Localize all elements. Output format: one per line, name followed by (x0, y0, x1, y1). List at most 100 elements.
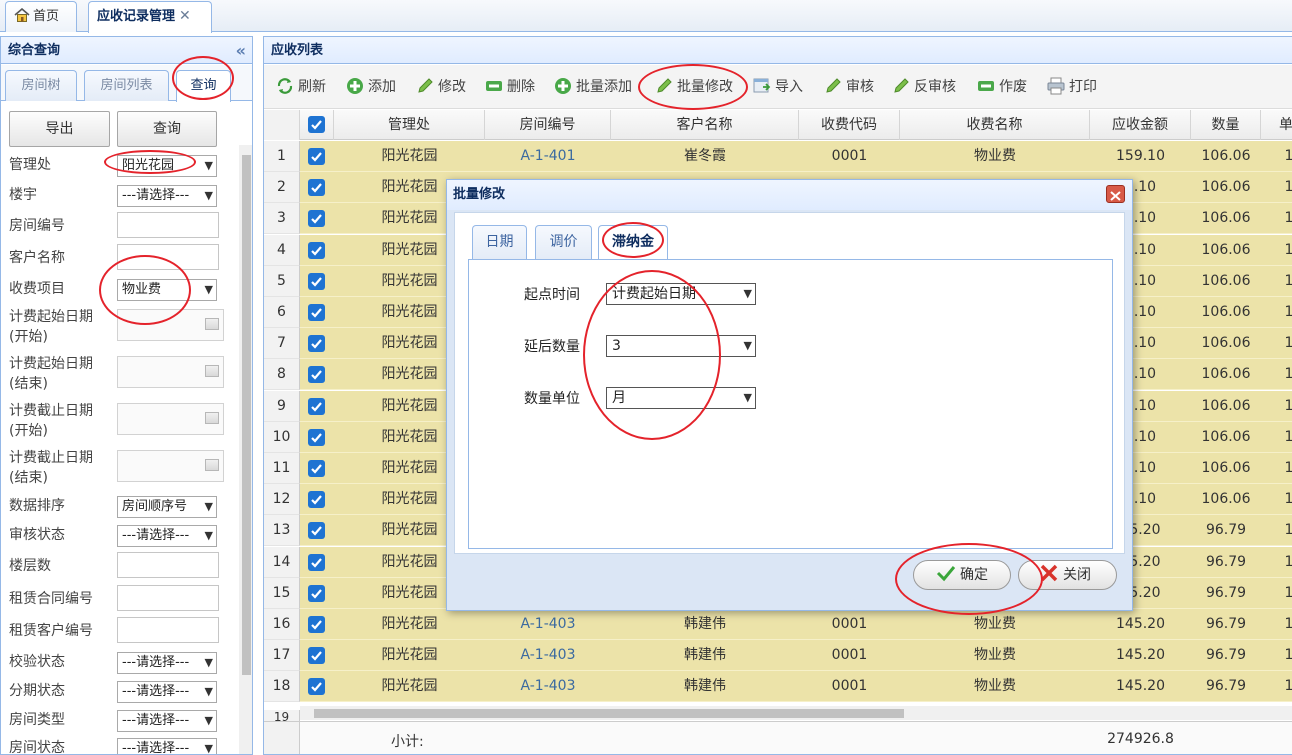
row-checkbox[interactable] (308, 148, 325, 165)
checkmark-icon (936, 566, 956, 582)
row-checkbox[interactable] (308, 553, 325, 571)
add-button[interactable]: 添加 (346, 65, 396, 109)
header-amount[interactable]: 应收金额 (1090, 110, 1191, 140)
start-to-label-2: (结束) (9, 376, 48, 392)
table-row[interactable]: 16 阳光花园 A-1-403 韩建伟 0001 物业费 145.20 96.79 1 (264, 609, 1292, 640)
room-no-input[interactable] (117, 212, 219, 238)
header-fee-name[interactable]: 收费名称 (900, 110, 1090, 140)
row-checkbox[interactable] (308, 584, 325, 602)
customer-input[interactable] (117, 244, 219, 270)
void-button[interactable]: 作废 (977, 65, 1027, 109)
mgmt-select[interactable]: 阳光花园 ▼ (117, 155, 217, 177)
header-code[interactable]: 收费代码 (799, 110, 900, 140)
row-checkbox[interactable] (308, 428, 325, 446)
room-state-select[interactable]: ---请选择--- ▼ (117, 738, 217, 755)
print-button[interactable]: 打印 (1047, 65, 1097, 109)
tab-room-list[interactable]: 房间列表 (84, 70, 169, 101)
dialog-close-button[interactable]: 关闭 (1018, 560, 1117, 590)
cell-room[interactable]: A-1-403 (485, 609, 611, 640)
late-fee-panel: 起点时间 计费起始日期 ▼ 延后数量 3 ▼ 数量单位 月 ▼ (468, 259, 1113, 549)
start-to-date-input[interactable] (117, 356, 224, 388)
tab-date[interactable]: 日期 (472, 225, 527, 259)
tab-late-fee[interactable]: 滞纳金 (598, 225, 668, 260)
query-button[interactable]: 查询 (117, 111, 217, 147)
delete-button[interactable]: 删除 (485, 65, 535, 109)
tab-receivable-records[interactable]: 应收记录管理 ✕ (88, 1, 212, 33)
row-checkbox[interactable] (308, 522, 325, 540)
row-checkbox[interactable] (308, 616, 325, 633)
floors-input[interactable] (117, 552, 219, 578)
select-all-checkbox[interactable] (308, 116, 325, 133)
calendar-icon[interactable] (205, 318, 219, 330)
table-row[interactable]: 1 阳光花园 A-1-401 崔冬霞 0001 物业费 159.10 106.06 1 (264, 141, 1292, 172)
row-checkbox[interactable] (308, 460, 325, 477)
header-room[interactable]: 房间编号 (485, 110, 611, 140)
start-from-date-input[interactable] (117, 309, 224, 341)
row-checkbox[interactable] (308, 272, 325, 290)
install-select[interactable]: ---请选择--- ▼ (117, 681, 217, 703)
batch-add-button[interactable]: 批量添加 (554, 65, 632, 109)
table-row[interactable]: 18 阳光花园 A-1-403 韩建伟 0001 物业费 145.20 96.79 1 (264, 671, 1292, 703)
unaudit-button[interactable]: 反审核 (892, 65, 956, 109)
fee-item-value: 物业费 (122, 282, 162, 297)
calendar-icon[interactable] (205, 459, 219, 471)
dialog-title: 批量修改 (453, 187, 506, 202)
end-from-date-input[interactable] (117, 403, 224, 435)
batch-edit-button[interactable]: 批量修改 (655, 65, 733, 109)
header-unit[interactable]: 单 (1261, 110, 1292, 140)
room-type-select[interactable]: ---请选择--- ▼ (117, 710, 217, 732)
start-time-select[interactable]: 计费起始日期 ▼ (606, 283, 756, 305)
calendar-icon[interactable] (205, 365, 219, 377)
refresh-button[interactable]: 刷新 (276, 65, 326, 109)
cell-room[interactable]: A-1-403 (485, 640, 611, 671)
collapse-icon[interactable]: « (236, 37, 246, 64)
calendar-icon[interactable] (205, 412, 219, 424)
tab-home[interactable]: 首页 (5, 1, 77, 32)
count-unit-select[interactable]: 月 ▼ (606, 387, 756, 409)
end-to-date-input[interactable] (117, 450, 224, 482)
scrollbar-thumb[interactable] (314, 709, 904, 718)
close-icon[interactable]: ✕ (179, 8, 191, 24)
audit-button[interactable]: 审核 (824, 65, 874, 109)
sort-select[interactable]: 房间顺序号 ▼ (117, 496, 217, 518)
building-select[interactable]: ---请选择--- ▼ (117, 185, 217, 207)
row-checkbox[interactable] (308, 241, 325, 259)
close-icon[interactable] (1106, 185, 1125, 203)
query-scrollbar[interactable] (239, 145, 252, 754)
verify-select[interactable]: ---请选择--- ▼ (117, 652, 217, 674)
lease-no-input[interactable] (117, 585, 219, 611)
import-button[interactable]: 导入 (753, 65, 803, 109)
query-panel-title: 综合查询 (8, 43, 61, 58)
export-button[interactable]: 导出 (9, 111, 110, 147)
cell-mgmt: 阳光花园 (381, 616, 438, 632)
delay-count-select[interactable]: 3 ▼ (606, 335, 756, 357)
row-checkbox[interactable] (308, 335, 325, 353)
room-state-value: ---请选择--- (122, 741, 190, 755)
tab-query[interactable]: 查询 (176, 70, 231, 102)
fee-item-select[interactable]: 物业费 ▼ (117, 279, 217, 301)
row-checkbox[interactable] (308, 366, 325, 384)
table-row[interactable]: 17 阳光花园 A-1-403 韩建伟 0001 物业费 145.20 96.79 1 (264, 640, 1292, 672)
edit-button[interactable]: 修改 (416, 65, 466, 109)
grid-horizontal-scrollbar[interactable] (300, 706, 1292, 720)
header-mgmt[interactable]: 管理处 (334, 110, 485, 140)
header-qty[interactable]: 数量 (1191, 110, 1261, 140)
row-checkbox[interactable] (308, 491, 325, 509)
row-checkbox[interactable] (308, 397, 325, 415)
row-checkbox[interactable] (308, 304, 325, 321)
void-label: 作废 (999, 79, 1027, 95)
cell-room[interactable]: A-1-401 (485, 141, 611, 172)
cell-room[interactable]: A-1-403 (485, 671, 611, 702)
row-checkbox[interactable] (308, 210, 325, 228)
confirm-button[interactable]: 确定 (913, 560, 1011, 590)
audit-select[interactable]: ---请选择--- ▼ (117, 525, 217, 547)
tab-room-tree[interactable]: 房间树 (5, 70, 77, 101)
row-checkbox[interactable] (308, 179, 325, 197)
row-checkbox[interactable] (308, 647, 325, 665)
tab-price-adjust[interactable]: 调价 (535, 225, 592, 259)
header-customer[interactable]: 客户名称 (611, 110, 799, 140)
scrollbar-thumb[interactable] (242, 155, 251, 675)
row-checkbox[interactable] (308, 678, 325, 696)
lease-cust-input[interactable] (117, 617, 219, 643)
header-select-all[interactable] (300, 110, 334, 140)
